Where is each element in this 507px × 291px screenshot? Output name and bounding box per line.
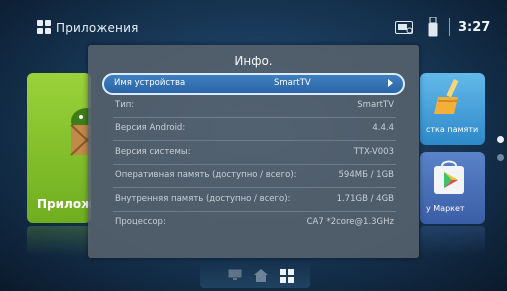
- info-row: Процессор: CA7 *2core@1.3GHz: [103, 212, 406, 235]
- page-indicator: [497, 154, 504, 161]
- tile-apps[interactable]: Прилож: [27, 73, 91, 223]
- tile-memory-clean-label: стка памяти: [426, 125, 479, 134]
- android-icon: [70, 108, 91, 156]
- chevron-right-icon: [388, 79, 393, 87]
- apps-icon: [37, 20, 51, 34]
- tile-reflection: [420, 226, 485, 256]
- divider: [113, 187, 396, 188]
- row-key: Версия Android:: [115, 123, 186, 133]
- home-icon[interactable]: [254, 269, 268, 282]
- info-row: Тип: SmartTV: [103, 95, 406, 118]
- row-key: Версия системы:: [115, 147, 191, 157]
- usb-icon: [428, 17, 438, 37]
- tile-apps-label: Прилож: [37, 197, 91, 211]
- page-indicator: [497, 136, 504, 143]
- tile-play-market[interactable]: у Маркет: [420, 152, 485, 224]
- row-value: 4.4.4: [372, 123, 394, 133]
- row-key: Внутренняя память (доступно / всего):: [115, 194, 291, 204]
- tile-reflection: [27, 226, 91, 256]
- info-row: Версия системы: TTX-V003: [103, 142, 406, 165]
- row-key: Имя устройства: [114, 78, 186, 88]
- info-row: Версия Android: 4.4.4: [103, 118, 406, 141]
- row-value: 1.71GB / 4GB: [336, 194, 394, 204]
- row-value: 594МБ / 1GB: [338, 170, 394, 180]
- page-title: Приложения: [56, 21, 139, 35]
- monitor-icon[interactable]: [228, 269, 242, 281]
- tile-play-market-label: у Маркет: [426, 204, 465, 213]
- device-name-row[interactable]: Имя устройства SmartTV: [102, 73, 405, 95]
- row-key: Процессор:: [115, 217, 166, 227]
- info-row: Внутренняя память (доступно / всего): 1.…: [103, 189, 406, 212]
- tile-memory-clean[interactable]: стка памяти: [420, 73, 485, 145]
- row-value: TTX-V003: [353, 147, 394, 157]
- row-value: CA7 *2core@1.3GHz: [306, 217, 394, 227]
- info-row: Оперативная память (доступно / всего): 5…: [103, 165, 406, 188]
- row-value: SmartTV: [274, 78, 311, 88]
- broom-icon: [434, 79, 459, 114]
- top-bar: Приложения 3:27: [0, 0, 507, 44]
- divider: [113, 140, 396, 141]
- row-key: Оперативная память (доступно / всего):: [115, 170, 297, 180]
- row-value: SmartTV: [357, 100, 394, 110]
- divider: [449, 18, 450, 36]
- row-key: Тип:: [115, 100, 135, 110]
- clock: 3:27: [458, 20, 491, 35]
- play-store-icon: [434, 160, 464, 194]
- sd-card-icon: [395, 21, 413, 34]
- apps-grid-icon[interactable]: [280, 269, 294, 283]
- tv-launcher-screen: Приложения 3:27 Прилож стка памяти у Мар…: [0, 0, 507, 291]
- dialog-title: Инфо.: [234, 54, 273, 68]
- info-dialog: Инфо. Имя устройства SmartTV Тип: SmartT…: [88, 45, 419, 258]
